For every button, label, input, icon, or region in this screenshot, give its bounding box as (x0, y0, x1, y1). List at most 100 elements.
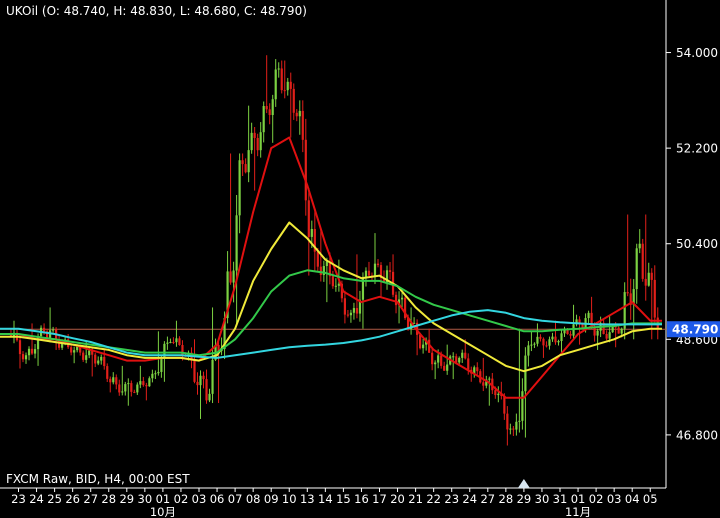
candle-body (626, 292, 629, 294)
candle-body (133, 391, 136, 393)
candle-body (148, 378, 151, 387)
x-tick-label: 10 (282, 492, 297, 506)
candle-body (298, 110, 301, 117)
y-tick-label: 50.400 (676, 237, 718, 251)
candle-body (30, 348, 34, 354)
x-tick-label: 02 (174, 492, 189, 506)
x-tick-label: 30 (138, 492, 153, 506)
candle-body (647, 272, 650, 286)
candle-body (280, 68, 283, 91)
candle-body (145, 385, 148, 387)
candle-group (370, 233, 389, 297)
candle-body (118, 384, 121, 393)
candle-body (440, 355, 443, 366)
candle-body (458, 357, 461, 363)
x-tick-label: 14 (318, 492, 333, 506)
candle-body (503, 395, 506, 414)
x-tick-label: 22 (426, 492, 441, 506)
moving-average-line-3 (0, 269, 662, 357)
candle-body (121, 391, 124, 393)
candle-body (103, 356, 106, 367)
candle-body (160, 357, 163, 372)
candle-body (70, 347, 73, 353)
candle-body (73, 350, 76, 353)
candle-body (151, 373, 154, 379)
candle-body (509, 428, 512, 430)
candle-body (277, 68, 280, 70)
candle-body (467, 358, 470, 370)
candle-body (524, 355, 527, 392)
candle-body (644, 278, 647, 286)
candle-body (482, 382, 485, 386)
candle-group (280, 60, 298, 138)
x-tick-label: 08 (246, 492, 261, 506)
candle-body (169, 341, 172, 343)
candle-body (316, 251, 319, 267)
candle-body (21, 354, 25, 360)
candle-group (605, 315, 623, 348)
candle-body (542, 338, 545, 346)
candle-body (166, 342, 169, 344)
candle-body (355, 308, 359, 314)
x-month-label: 10月 (150, 505, 176, 518)
candle-group (623, 214, 641, 340)
candle-body (109, 378, 112, 383)
x-tick-label: 01 (156, 492, 171, 506)
x-tick-label: 24 (29, 492, 44, 506)
candle-body (527, 345, 530, 356)
candle-body (82, 352, 85, 360)
x-tick-label: 27 (83, 492, 98, 506)
x-tick-label: 26 (65, 492, 80, 506)
candle-body (533, 343, 536, 345)
candle-body (172, 341, 175, 343)
candle-body (536, 336, 539, 344)
candle-group (406, 307, 425, 356)
candle-body (18, 340, 22, 355)
candle-body (33, 349, 37, 354)
candle-body (394, 294, 398, 306)
candle-body (178, 338, 181, 346)
candle-body (250, 132, 253, 151)
candle-body (349, 312, 353, 316)
candle-body (205, 379, 208, 401)
candle-group (515, 328, 533, 438)
candle-group (316, 227, 334, 303)
candle-body (268, 109, 271, 116)
candle-body (620, 328, 623, 334)
candle-body (455, 356, 458, 363)
candle-body (274, 69, 277, 100)
candle-body (106, 366, 109, 379)
candle-body (238, 160, 241, 216)
x-tick-label: 24 (462, 492, 477, 506)
candle-body (112, 377, 115, 383)
candle-body (623, 292, 626, 329)
candle-body (596, 330, 599, 336)
x-tick-label: 03 (192, 492, 207, 506)
candle-body (446, 364, 449, 371)
candle-body (617, 327, 620, 334)
candle-body (124, 384, 127, 392)
x-tick-label: 25 (47, 492, 62, 506)
y-tick-label: 54.000 (676, 46, 718, 60)
candle-body (641, 243, 644, 279)
x-tick-label: 07 (228, 492, 243, 506)
candle-body (557, 341, 560, 343)
candle-body (208, 393, 211, 401)
candlestick-chart: 54.00052.20050.40048.60046.80048.79023 24… (0, 0, 720, 518)
x-month-label: 11月 (565, 505, 591, 518)
candle-body (548, 339, 551, 346)
candle-body (518, 420, 521, 422)
candle-body (476, 367, 479, 372)
candle-body (497, 393, 500, 396)
x-tick-label: 28 (499, 492, 514, 506)
candle-body (88, 350, 91, 356)
candle-group (533, 323, 551, 358)
candle-body (97, 360, 100, 364)
candle-body (27, 348, 31, 356)
candle-body (539, 336, 542, 339)
candle-group (136, 365, 154, 401)
candle-body (376, 263, 380, 266)
candle-group (154, 331, 172, 382)
last-price-label: 48.790 (672, 323, 718, 337)
candle-body (157, 371, 160, 374)
